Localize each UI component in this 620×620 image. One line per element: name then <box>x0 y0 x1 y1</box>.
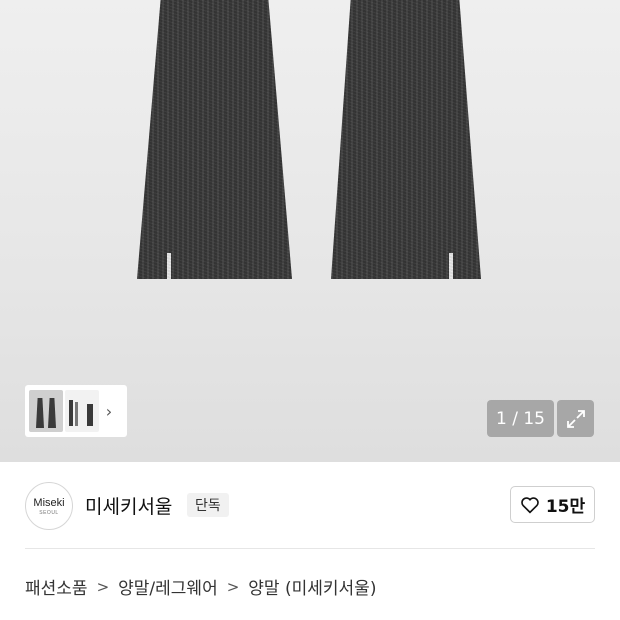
image-counter: 1 / 15 <box>487 400 554 437</box>
chevron-right-icon[interactable]: › <box>99 402 119 421</box>
breadcrumb-item-subcategory[interactable]: 양말/레그웨어 <box>118 574 218 599</box>
like-count: 15만 <box>545 497 586 517</box>
thumbnail-1[interactable] <box>29 390 63 432</box>
expand-icon[interactable] <box>557 400 594 437</box>
logo-name: Miseki <box>33 496 65 509</box>
breadcrumb-item-current[interactable]: 양말 (미세키서울) <box>248 574 376 599</box>
exclusive-badge: 단독 <box>187 493 229 517</box>
seller-name[interactable]: 미세키서울 <box>85 492 172 519</box>
product-image[interactable]: › 1 / 15 <box>0 0 620 462</box>
chevron-right-icon: > <box>96 577 110 596</box>
divider <box>25 548 595 549</box>
breadcrumb: 패션소품 > 양말/레그웨어 > 양말 (미세키서울) <box>25 574 376 600</box>
leg-warmer-left <box>137 0 292 279</box>
leg-warmer-right <box>331 0 481 279</box>
chevron-right-icon: > <box>226 577 240 596</box>
heart-icon <box>521 496 539 514</box>
thumbnail-2[interactable] <box>65 390 99 432</box>
seller-bar: Miseki SEOUL 미세키서울 단독 15만 <box>0 462 620 548</box>
like-button[interactable]: 15만 <box>510 486 595 523</box>
logo-sub: SEOUL <box>39 509 59 516</box>
thumbnail-strip[interactable]: › <box>25 385 127 437</box>
seller-logo[interactable]: Miseki SEOUL <box>25 482 73 530</box>
breadcrumb-item-category[interactable]: 패션소품 <box>25 574 88 599</box>
